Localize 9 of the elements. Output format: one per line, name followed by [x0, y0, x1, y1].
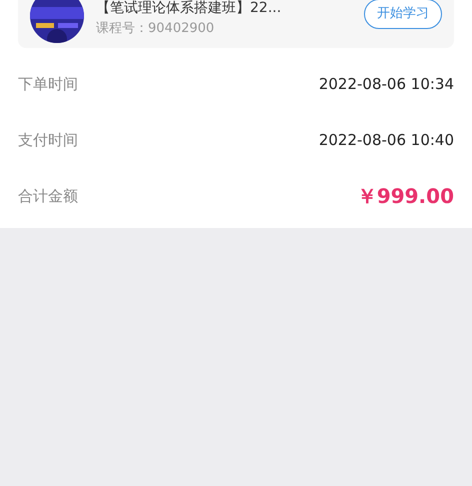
row-label: 支付时间 — [18, 130, 78, 151]
course-title: 【笔试理论体系搭建班】22... — [96, 0, 282, 18]
row-label: 下单时间 — [18, 74, 78, 95]
row-value: 2022-08-06 10:34 — [318, 74, 454, 95]
course-number: 课程号：90402900 — [96, 20, 216, 38]
total-price: ￥999.00 — [356, 183, 454, 210]
row-label: 合计金额 — [18, 186, 78, 207]
start-learning-button[interactable]: 开始学习 — [364, 0, 442, 29]
row-value: 2022-08-06 10:40 — [318, 130, 454, 151]
